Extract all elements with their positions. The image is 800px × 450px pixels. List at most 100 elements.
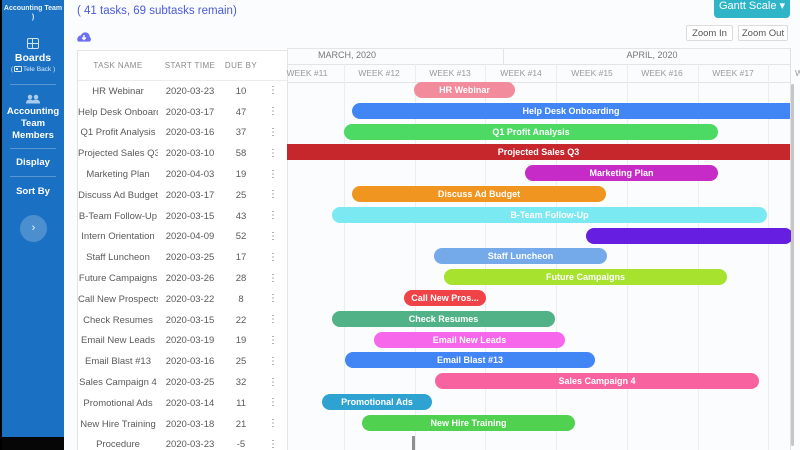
due-by-cell: 52 (235, 231, 247, 243)
row-menu-button[interactable]: ⋮ (260, 336, 286, 346)
start-time-cell: 2020-03-17 (165, 106, 215, 118)
due-by-cell: 19 (235, 335, 247, 347)
table-row: Intern Orientation 2020-04-09 52 ⋮ (78, 227, 287, 248)
gantt-scale-button[interactable]: Gantt Scale ▾ (714, 0, 790, 18)
start-time-cell: 2020-03-16 (165, 127, 215, 139)
gantt-bar-check-resumes[interactable]: Check Resumes (332, 310, 555, 327)
row-menu-button[interactable]: ⋮ (260, 170, 286, 180)
gantt-bar-discuss-ad-budget[interactable]: Discuss Ad Budget (352, 186, 606, 202)
sidebar-item-team-members[interactable]: Accounting Team Members (5, 106, 61, 142)
row-menu-button[interactable]: ⋮ (260, 253, 286, 263)
row-menu-button[interactable]: ⋮ (260, 419, 286, 429)
table-row: Call New Prospects 2020-03-22 8 ⋮ (78, 289, 287, 310)
gantt-bar-email-new-leads[interactable]: Email New Leads (374, 331, 565, 348)
due-by-cell: 25 (235, 189, 247, 201)
zoom-in-button[interactable]: Zoom In (686, 25, 733, 41)
row-menu-button[interactable]: ⋮ (260, 128, 286, 138)
team-name-line2: ) (31, 14, 35, 21)
due-by-cell: 28 (235, 273, 247, 285)
gantt-bar-email-blast-13[interactable]: Email Blast #13 (345, 352, 595, 369)
task-name-cell: Check Resumes (83, 314, 153, 326)
gantt-bar-intern-orientation[interactable] (586, 227, 793, 244)
row-menu-button[interactable]: ⋮ (260, 398, 286, 408)
cloud-download-icon[interactable] (74, 30, 94, 45)
start-time-cell: 2020-03-25 (165, 377, 215, 389)
gantt-bar-projected-sales-q3[interactable]: Projected Sales Q3 (287, 144, 790, 161)
gantt-bar-promotional-ads[interactable]: Promotional Ads (322, 394, 432, 410)
due-by-cell: 21 (235, 418, 247, 430)
gantt-bar-sales-campaign-4[interactable]: Sales Campaign 4 (435, 373, 759, 390)
due-by-cell: 32 (235, 377, 247, 389)
sidebar-item-sort-by[interactable]: Sort By (2, 186, 64, 197)
tele-back-paren-open: ( (10, 66, 13, 73)
task-name-cell: Email New Leads (81, 335, 155, 347)
row-menu-button[interactable]: ⋮ (260, 190, 286, 200)
gantt-chart: MARCH, 2020 APRIL, 2020 WEEK #11 WEEK #12… (287, 48, 800, 450)
table-row: Sales Campaign 4 2020-03-25 32 ⋮ (78, 372, 287, 393)
sidebar-expand-button[interactable]: › (20, 215, 47, 242)
task-name-cell: B-Team Follow-Up (78, 210, 158, 222)
gantt-bar-call-new-prospects[interactable]: Call New Pros... (404, 290, 486, 306)
table-row: Projected Sales Q3 2020-03-10 58 ⋮ (78, 143, 287, 164)
team-name-line1: Accounting Team (3, 5, 63, 12)
sidebar-divider (10, 176, 56, 177)
month-label-april: APRIL, 2020 (626, 50, 678, 60)
week-label: WEEK #14 (500, 68, 542, 78)
gantt-bar-b-team-follow-up[interactable]: B-Team Follow-Up (332, 206, 767, 223)
row-menu-button[interactable]: ⋮ (260, 440, 286, 450)
table-row: Procedure 2020-03-23 -5 ⋮ (78, 435, 287, 450)
row-menu-button[interactable]: ⋮ (260, 378, 286, 388)
start-time-cell: 2020-03-22 (165, 293, 215, 305)
task-name-cell: Help Desk Onboard (78, 106, 158, 118)
zoom-out-button[interactable]: Zoom Out (738, 25, 788, 41)
vertical-scrollbar[interactable] (791, 84, 794, 446)
table-row: HR Webinar 2020-03-23 10 ⋮ (78, 81, 287, 102)
row-menu-button[interactable]: ⋮ (260, 107, 286, 117)
sidebar-item-display[interactable]: Display (2, 157, 64, 168)
start-time-cell: 2020-03-16 (165, 356, 215, 368)
table-row: Staff Luncheon 2020-03-25 17 ⋮ (78, 247, 287, 268)
due-by-cell: 47 (235, 106, 247, 118)
row-menu-button[interactable]: ⋮ (260, 274, 286, 284)
task-name-cell: Call New Prospects (78, 293, 158, 305)
sidebar-divider (10, 84, 56, 85)
week-label: WEEK #17 (712, 68, 754, 78)
row-menu-button[interactable]: ⋮ (260, 86, 286, 96)
gantt-bar-procedure[interactable] (412, 435, 415, 450)
sidebar-item-boards[interactable]: Boards (2, 52, 64, 64)
due-by-cell: 25 (235, 356, 247, 368)
due-by-cell: 11 (236, 397, 246, 409)
start-time-cell: 2020-04-09 (165, 231, 215, 243)
start-time-cell: 2020-03-19 (165, 335, 215, 347)
month-header-row: MARCH, 2020 APRIL, 2020 (287, 48, 790, 64)
row-menu-button[interactable]: ⋮ (260, 294, 286, 304)
column-header-task-name: TASK NAME (93, 61, 143, 70)
gantt-bar-future-campaigns[interactable]: Future Campaigns (444, 269, 727, 286)
gantt-bar-staff-luncheon[interactable]: Staff Luncheon (434, 248, 607, 265)
team-name: Accounting Team ) (2, 4, 64, 22)
gantt-bar-new-hire-training[interactable]: New Hire Training (362, 414, 575, 431)
table-row: New Hire Training 2020-03-18 21 ⋮ (78, 414, 287, 435)
row-menu-button[interactable]: ⋮ (260, 149, 286, 159)
due-by-cell: 10 (235, 85, 247, 97)
board-icon (14, 66, 22, 72)
row-menu-button[interactable]: ⋮ (260, 357, 286, 367)
task-name-cell: Intern Orientation (81, 231, 155, 243)
due-by-cell: 58 (235, 148, 247, 160)
row-menu-button[interactable]: ⋮ (260, 232, 286, 242)
task-name-cell: New Hire Training (80, 418, 156, 430)
due-by-cell: 43 (235, 210, 247, 222)
gantt-bar-help-desk-onboard[interactable]: Help Desk Onboarding (352, 102, 790, 119)
start-time-cell: 2020-03-10 (165, 148, 215, 160)
task-name-cell: Discuss Ad Budget (78, 189, 158, 201)
gantt-bar-q1-profit-analysis[interactable]: Q1 Profit Analysis (344, 123, 718, 140)
gantt-bar-hr-webinar[interactable]: HR Webinar (414, 82, 515, 98)
row-menu-button[interactable]: ⋮ (260, 315, 286, 325)
row-menu-button[interactable]: ⋮ (260, 211, 286, 221)
sidebar-boards-subtitle[interactable]: (Tele Back ) (2, 66, 64, 73)
due-by-cell: 37 (235, 127, 247, 139)
gantt-bar-marketing-plan[interactable]: Marketing Plan (525, 165, 718, 182)
start-time-cell: 2020-03-18 (165, 418, 215, 430)
start-time-cell: 2020-03-23 (165, 85, 215, 97)
start-time-cell: 2020-03-15 (165, 314, 215, 326)
